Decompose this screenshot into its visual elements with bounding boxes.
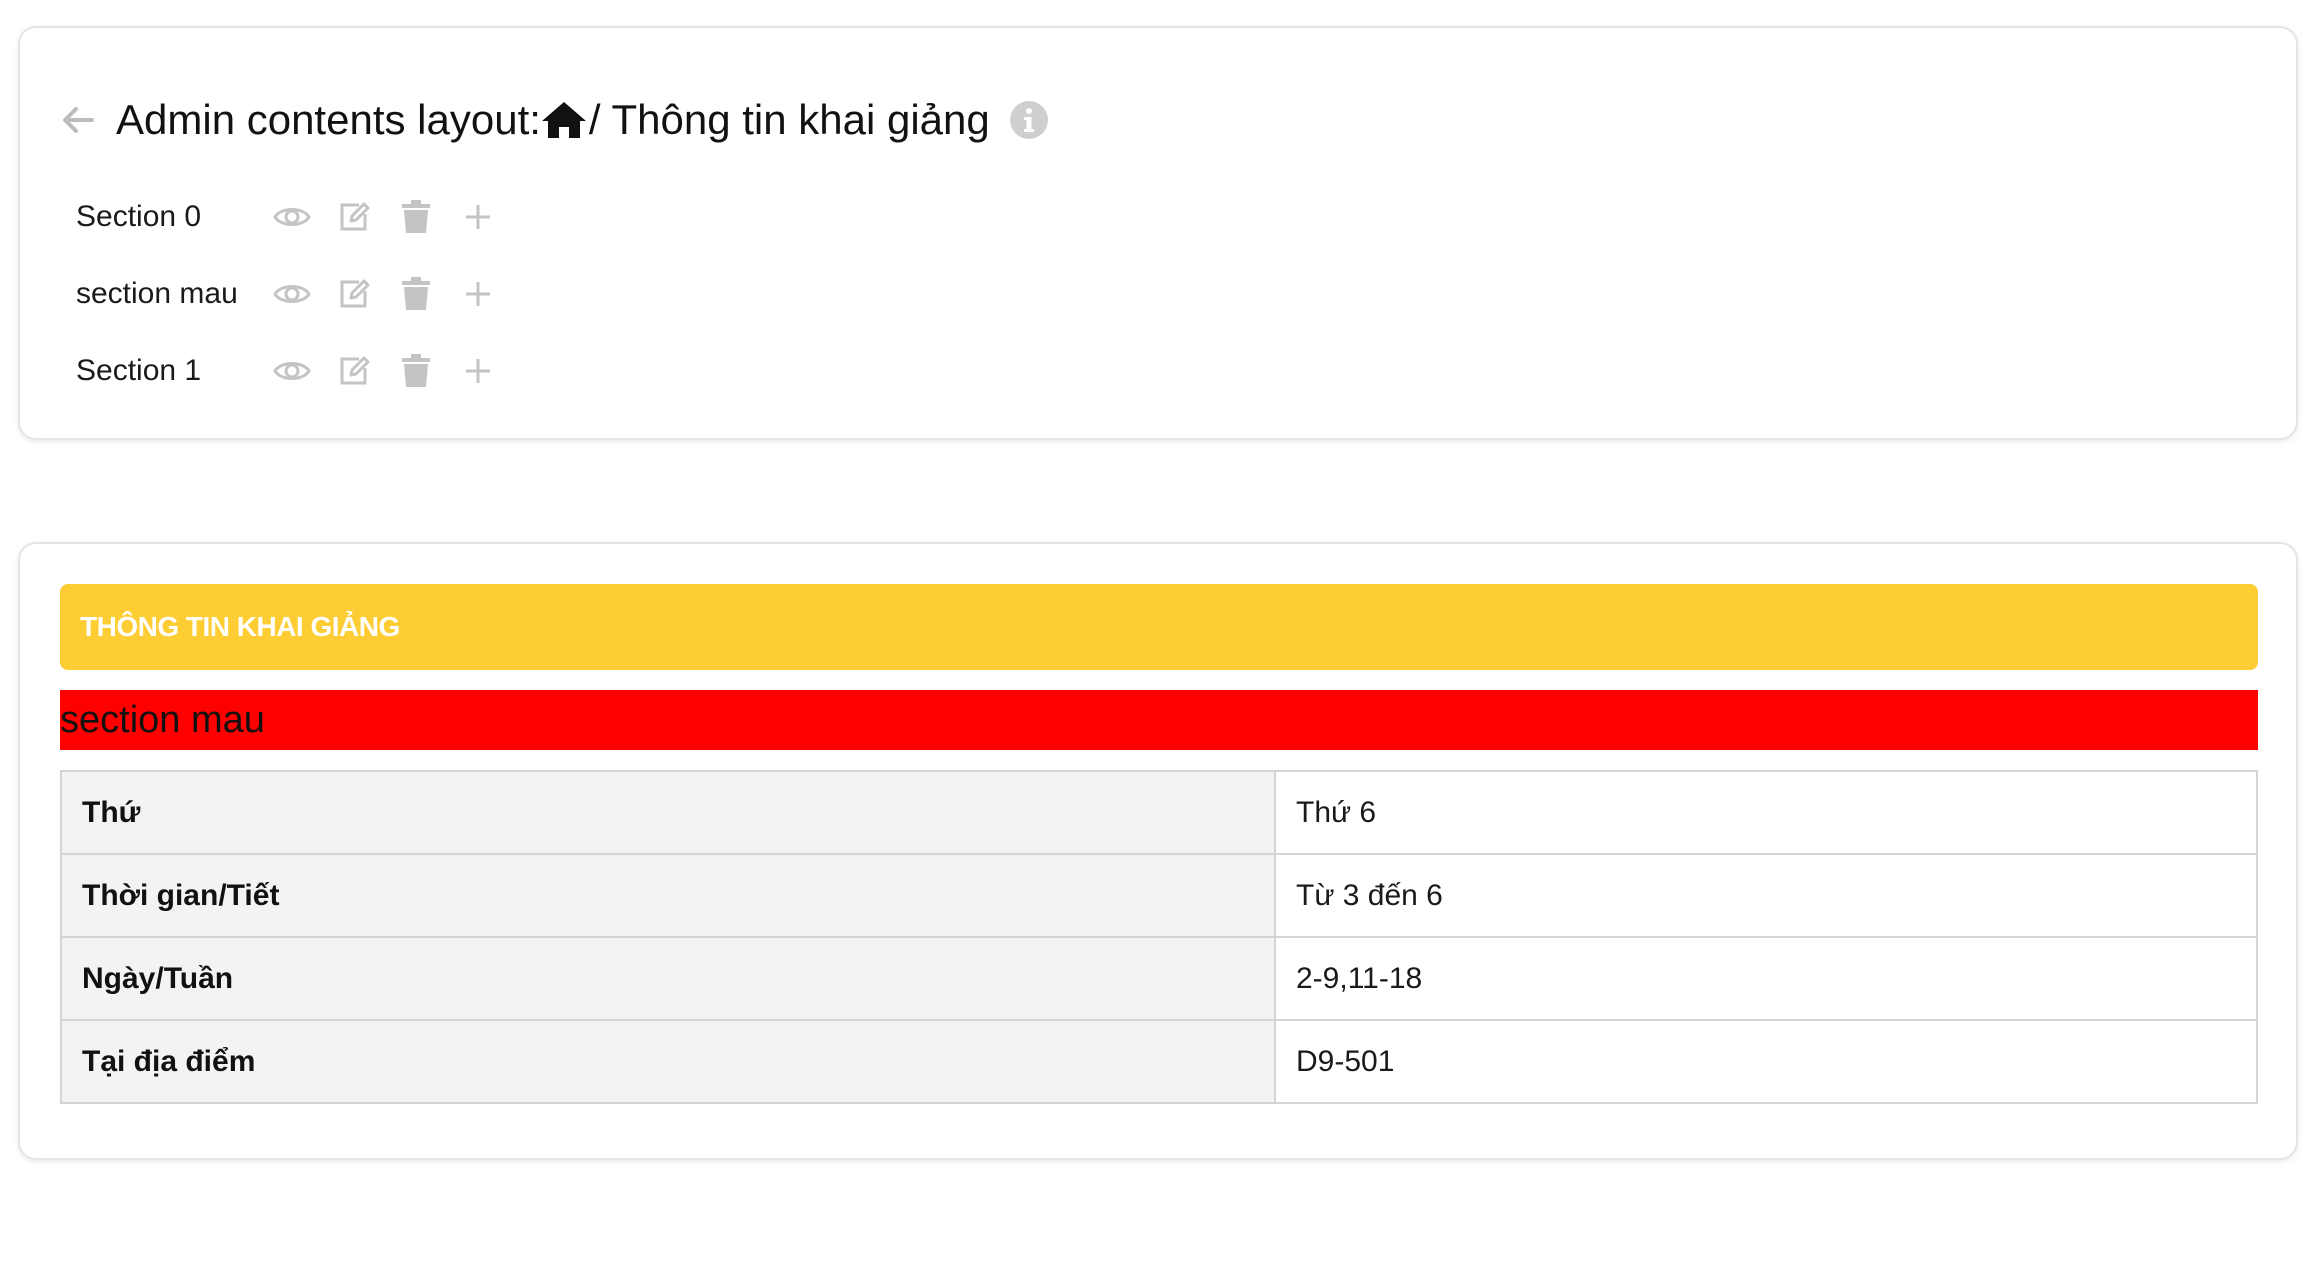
section-label: section mau (76, 276, 238, 310)
home-icon (541, 102, 586, 138)
table-key: Thứ (60, 770, 1276, 855)
trash-icon[interactable] (396, 351, 436, 391)
eye-icon[interactable] (272, 274, 312, 314)
table-key: Ngày/Tuần (60, 936, 1276, 1021)
table-row: Thời gian/Tiết Từ 3 đến 6 (60, 853, 2258, 938)
trash-icon[interactable] (396, 197, 436, 237)
title-suffix: / Thông tin khai giảng (588, 96, 990, 143)
plus-icon[interactable] (458, 197, 498, 237)
table-key: Thời gian/Tiết (60, 853, 1276, 938)
section-row: section mau (76, 255, 520, 332)
arrow-left-icon[interactable] (58, 100, 98, 140)
announcement-banner: THÔNG TIN KHAI GIẢNG (60, 584, 2258, 670)
table-row: Thứ Thứ 6 (60, 770, 2258, 855)
section-row: Section 1 (76, 332, 520, 409)
edit-icon[interactable] (334, 274, 374, 314)
section-heading: section mau (60, 698, 265, 741)
table-value: D9-501 (1274, 1019, 2258, 1104)
table-value: Thứ 6 (1274, 770, 2258, 855)
section-label: Section 1 (76, 353, 202, 387)
edit-icon[interactable] (334, 197, 374, 237)
trash-icon[interactable] (396, 274, 436, 314)
schedule-table: Thứ Thứ 6 Thời gian/Tiết Từ 3 đến 6 Ngày… (60, 770, 2258, 1104)
plus-icon[interactable] (458, 274, 498, 314)
info-circle-icon[interactable] (1008, 99, 1050, 141)
section-list: Section 0 section mau Section 1 (76, 178, 520, 409)
section-row: Section 0 (76, 178, 520, 255)
section-heading-bar: section mau (60, 690, 2258, 750)
eye-icon[interactable] (272, 197, 312, 237)
table-row: Tại địa điểm D9-501 (60, 1019, 2258, 1104)
page-title: Admin contents layout: / Thông tin khai … (116, 96, 990, 144)
banner-title: THÔNG TIN KHAI GIẢNG (80, 611, 400, 642)
section-label: Section 0 (76, 199, 202, 233)
title-prefix: Admin contents layout: (116, 96, 541, 143)
table-value: Từ 3 đến 6 (1274, 853, 2258, 938)
plus-icon[interactable] (458, 351, 498, 391)
edit-icon[interactable] (334, 351, 374, 391)
eye-icon[interactable] (272, 351, 312, 391)
table-value: 2-9,11-18 (1274, 936, 2258, 1021)
table-key: Tại địa điểm (60, 1019, 1276, 1104)
table-row: Ngày/Tuần 2-9,11-18 (60, 936, 2258, 1021)
page-header: Admin contents layout: / Thông tin khai … (58, 90, 1050, 150)
layout-editor-card: Admin contents layout: / Thông tin khai … (18, 26, 2298, 440)
preview-card: THÔNG TIN KHAI GIẢNG section mau Thứ Thứ… (18, 542, 2298, 1160)
